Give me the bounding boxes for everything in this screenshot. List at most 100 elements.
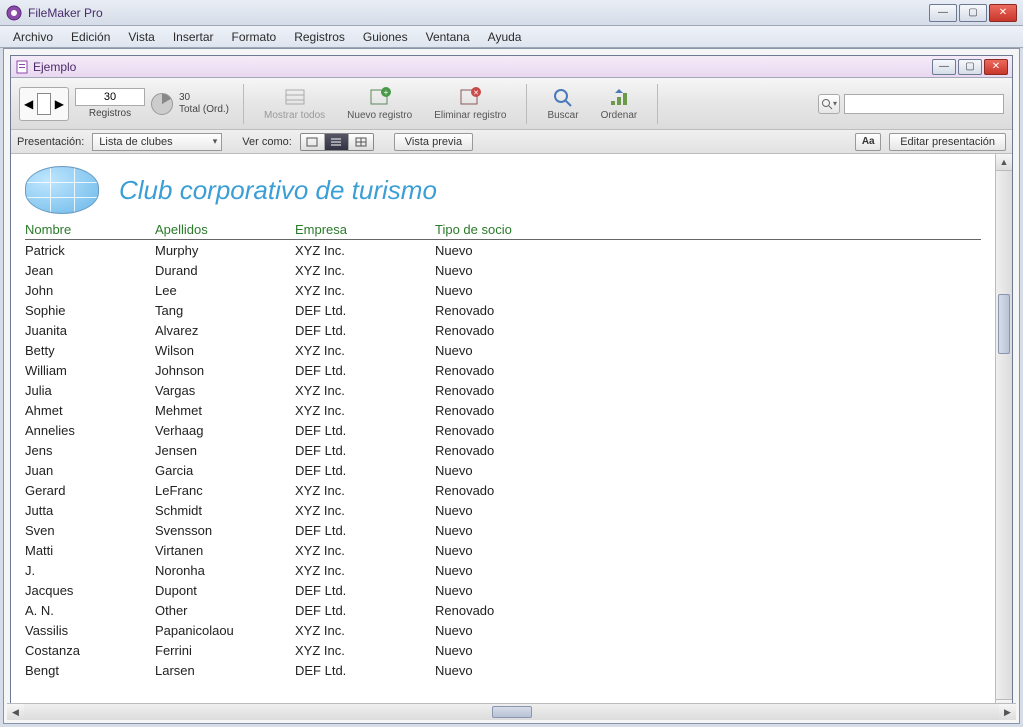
edit-layout-button[interactable]: Editar presentación — [889, 133, 1006, 151]
menu-guiones[interactable]: Guiones — [354, 28, 417, 46]
table-cell: XYZ Inc. — [295, 643, 435, 658]
menu-formato[interactable]: Formato — [223, 28, 286, 46]
table-cell: DEF Ltd. — [295, 443, 435, 458]
view-as-label: Ver como: — [242, 136, 292, 148]
menu-ayuda[interactable]: Ayuda — [479, 28, 531, 46]
table-cell: Nuevo — [435, 583, 595, 598]
table-row[interactable]: BengtLarsenDEF Ltd.Nuevo — [25, 660, 981, 680]
view-list-button[interactable] — [325, 134, 349, 150]
table-cell: Nuevo — [435, 543, 595, 558]
view-as-toggles — [300, 133, 374, 151]
total-records-group: 30 Total (Ord.) — [151, 92, 229, 116]
delete-record-button[interactable]: ✕ Eliminar registro — [428, 84, 512, 123]
table-cell: Nuevo — [435, 563, 595, 578]
show-all-icon — [283, 86, 307, 108]
view-table-button[interactable] — [349, 134, 373, 150]
table-row[interactable]: VassilisPapanicolaouXYZ Inc.Nuevo — [25, 620, 981, 640]
doc-close-button[interactable]: ✕ — [984, 59, 1008, 75]
record-nav-group: ◀ ▶ Registros 30 Total (Ord.) — [19, 87, 229, 121]
table-cell: Bengt — [25, 663, 155, 678]
scroll-left-icon[interactable]: ◀ — [7, 704, 24, 720]
table-row[interactable]: GerardLeFrancXYZ Inc.Renovado — [25, 480, 981, 500]
layout-header: Club corporativo de turismo — [11, 154, 995, 222]
horizontal-scrollbar[interactable]: ◀ ▶ — [7, 703, 1016, 720]
total-count: 30 — [179, 92, 229, 104]
text-format-button[interactable]: Aa — [855, 133, 881, 151]
layout-dropdown[interactable]: Lista de clubes — [92, 133, 222, 151]
hscroll-track[interactable] — [24, 704, 999, 720]
menu-registros[interactable]: Registros — [285, 28, 354, 46]
table-cell: Wilson — [155, 343, 295, 358]
table-cell: Renovado — [435, 383, 595, 398]
col-tipo: Tipo de socio — [435, 222, 595, 237]
layout-label: Presentación: — [17, 136, 84, 148]
preview-button[interactable]: Vista previa — [394, 133, 473, 151]
show-all-button[interactable]: Mostrar todos — [258, 84, 331, 123]
view-form-button[interactable] — [301, 134, 325, 150]
table-cell: Costanza — [25, 643, 155, 658]
table-row[interactable]: BettyWilsonXYZ Inc.Nuevo — [25, 340, 981, 360]
table-row[interactable]: CostanzaFerriniXYZ Inc.Nuevo — [25, 640, 981, 660]
table-row[interactable]: AhmetMehmetXYZ Inc.Renovado — [25, 400, 981, 420]
new-record-button[interactable]: + Nuevo registro — [341, 84, 418, 123]
table-cell: Johnson — [155, 363, 295, 378]
table-cell: Verhaag — [155, 423, 295, 438]
table-cell: Renovado — [435, 403, 595, 418]
main-toolbar: ◀ ▶ Registros 30 Total (Ord.) — [11, 78, 1012, 130]
table-cell: XYZ Inc. — [295, 243, 435, 258]
vertical-scrollbar[interactable]: ▲ ▼ — [995, 154, 1012, 716]
table-row[interactable]: WilliamJohnsonDEF Ltd.Renovado — [25, 360, 981, 380]
quick-search-input[interactable] — [844, 94, 1004, 114]
table-row[interactable]: JuttaSchmidtXYZ Inc.Nuevo — [25, 500, 981, 520]
table-row[interactable]: SvenSvenssonDEF Ltd.Nuevo — [25, 520, 981, 540]
maximize-button[interactable]: ▢ — [959, 4, 987, 22]
hscroll-thumb[interactable] — [492, 706, 532, 718]
menu-vista[interactable]: Vista — [119, 28, 163, 46]
svg-text:✕: ✕ — [473, 90, 479, 97]
table-row[interactable]: SophieTangDEF Ltd.Renovado — [25, 300, 981, 320]
menu-archivo[interactable]: Archivo — [4, 28, 62, 46]
menu-edicion[interactable]: Edición — [62, 28, 119, 46]
search-dropdown[interactable]: ▾ — [818, 94, 840, 114]
table-cell: Svensson — [155, 523, 295, 538]
table-cell: Nuevo — [435, 343, 595, 358]
new-record-icon: + — [368, 86, 392, 108]
scroll-up-icon[interactable]: ▲ — [996, 154, 1012, 171]
minimize-button[interactable]: — — [929, 4, 957, 22]
doc-maximize-button[interactable]: ▢ — [958, 59, 982, 75]
menu-insertar[interactable]: Insertar — [164, 28, 223, 46]
record-flipbook[interactable]: ◀ ▶ — [19, 87, 69, 121]
table-row[interactable]: JacquesDupontDEF Ltd.Nuevo — [25, 580, 981, 600]
table-row[interactable]: J.NoronhaXYZ Inc.Nuevo — [25, 560, 981, 580]
table-cell: Papanicolaou — [155, 623, 295, 638]
table-row[interactable]: MattiVirtanenXYZ Inc.Nuevo — [25, 540, 981, 560]
table-row[interactable]: A. N.OtherDEF Ltd.Renovado — [25, 600, 981, 620]
table-cell: Mehmet — [155, 403, 295, 418]
table-row[interactable]: JohnLeeXYZ Inc.Nuevo — [25, 280, 981, 300]
scroll-right-icon[interactable]: ▶ — [999, 704, 1016, 720]
table-row[interactable]: JensJensenDEF Ltd.Renovado — [25, 440, 981, 460]
table-cell: Nuevo — [435, 623, 595, 638]
body-area: Club corporativo de turismo Nombre Apell… — [11, 154, 1012, 716]
table-row[interactable]: PatrickMurphyXYZ Inc.Nuevo — [25, 240, 981, 260]
table-cell: Ferrini — [155, 643, 295, 658]
data-table: Nombre Apellidos Empresa Tipo de socio P… — [11, 222, 995, 680]
find-button[interactable]: Buscar — [541, 84, 584, 123]
table-cell: Annelies — [25, 423, 155, 438]
close-button[interactable]: ✕ — [989, 4, 1017, 22]
sort-button[interactable]: Ordenar — [595, 84, 644, 123]
table-row[interactable]: JuanGarciaDEF Ltd.Nuevo — [25, 460, 981, 480]
scroll-thumb[interactable] — [998, 294, 1010, 354]
doc-minimize-button[interactable]: — — [932, 59, 956, 75]
record-count-group: Registros — [75, 88, 145, 119]
table-row[interactable]: AnneliesVerhaagDEF Ltd.Renovado — [25, 420, 981, 440]
menu-ventana[interactable]: Ventana — [417, 28, 479, 46]
table-row[interactable]: JuanitaAlvarezDEF Ltd.Renovado — [25, 320, 981, 340]
table-row[interactable]: JuliaVargasXYZ Inc.Renovado — [25, 380, 981, 400]
table-row[interactable]: JeanDurandXYZ Inc.Nuevo — [25, 260, 981, 280]
table-cell: John — [25, 283, 155, 298]
table-cell: Nuevo — [435, 463, 595, 478]
record-number-input[interactable] — [75, 88, 145, 106]
table-cell: LeFranc — [155, 483, 295, 498]
table-cell: Renovado — [435, 323, 595, 338]
